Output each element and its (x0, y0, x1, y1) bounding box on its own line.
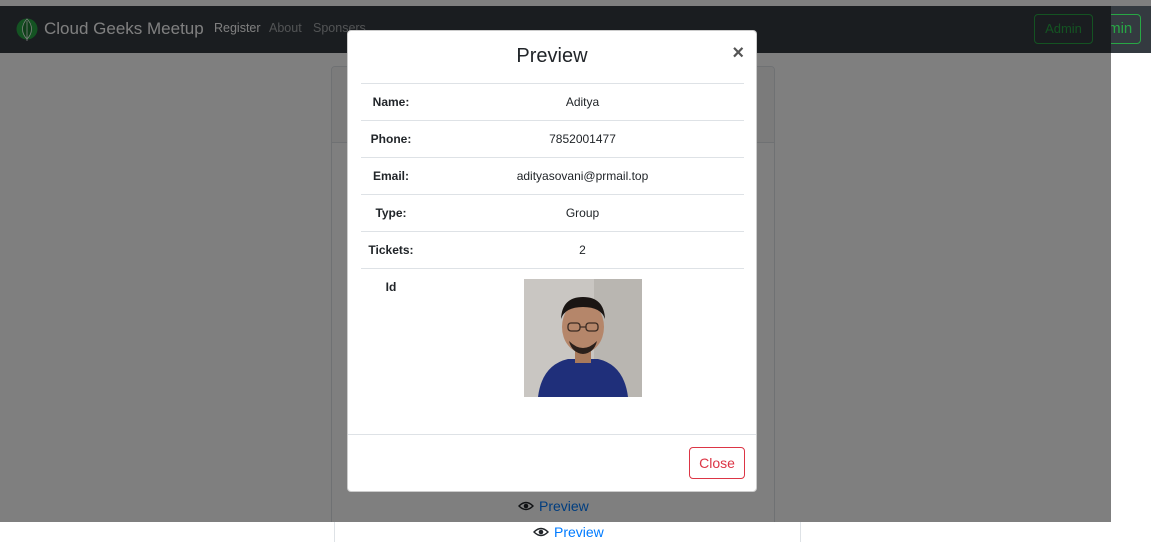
details-table: Name: Aditya Phone: 7852001477 Email: ad… (361, 83, 744, 444)
close-icon[interactable]: × (732, 43, 744, 63)
row-label: Tickets: (361, 231, 421, 269)
underlying-card-border (334, 522, 335, 542)
row-label: Type: (361, 194, 421, 232)
row-label: Email: (361, 157, 421, 195)
row-label: Id (361, 268, 421, 444)
underlying-admin-button[interactable]: Admin (1111, 14, 1141, 44)
table-row: Phone: 7852001477 (361, 120, 744, 158)
underlying-preview-link[interactable]: Preview (533, 522, 604, 542)
table-row: Email: adityasovani@prmail.top (361, 157, 744, 195)
eye-icon (533, 527, 549, 537)
modal-title: Preview (516, 45, 588, 67)
close-button[interactable]: Close (689, 447, 745, 479)
id-photo (523, 279, 642, 397)
row-value: 7852001477 (421, 120, 744, 158)
preview-link-label: Preview (554, 524, 604, 540)
modal-footer-divider (348, 434, 756, 435)
id-photo-cell (421, 268, 744, 444)
row-label: Phone: (361, 120, 421, 158)
preview-modal: Preview × Name: Aditya Phone: 7852001477… (347, 30, 757, 492)
table-row: Id (361, 268, 744, 444)
row-value: Group (421, 194, 744, 232)
underlying-card-border (800, 522, 801, 542)
table-row: Tickets: 2 (361, 231, 744, 269)
table-row: Name: Aditya (361, 83, 744, 121)
row-value: Aditya (421, 83, 744, 121)
row-value: 2 (421, 231, 744, 269)
underlying-navbar: Admin (1111, 6, 1151, 53)
row-label: Name: (361, 83, 421, 121)
row-value: adityasovani@prmail.top (421, 157, 744, 195)
table-row: Type: Group (361, 194, 744, 232)
